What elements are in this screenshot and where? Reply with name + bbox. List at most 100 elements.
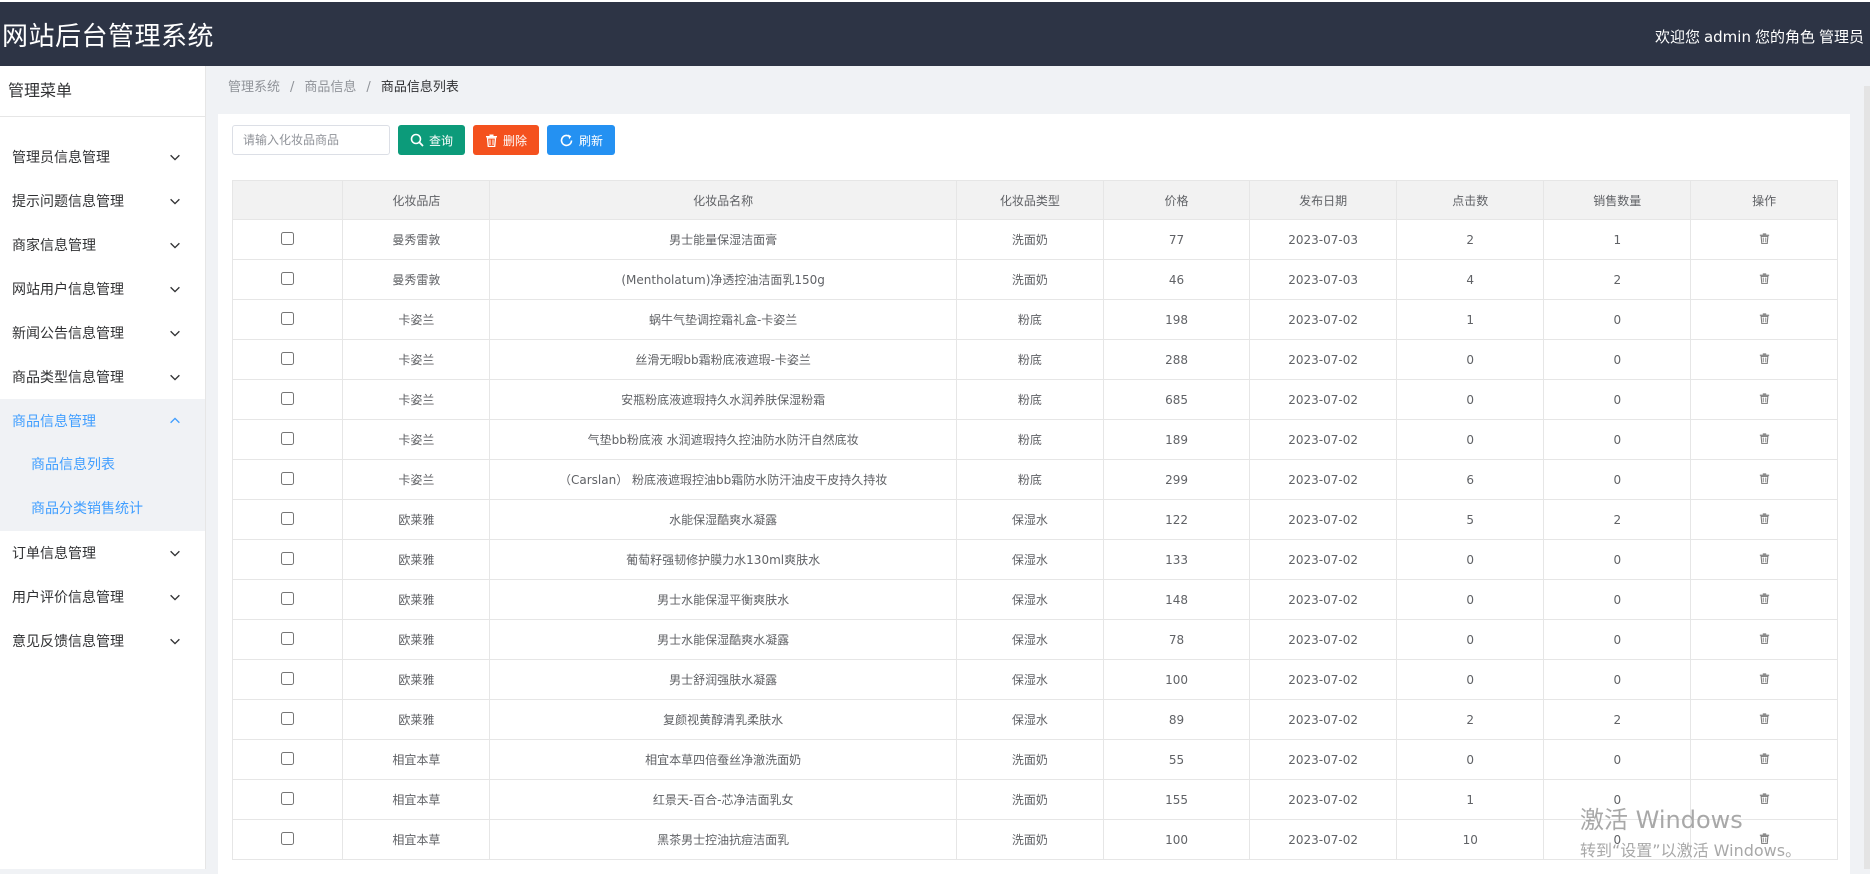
product-name-cell: 男士舒润强肤水凝露	[489, 659, 957, 700]
trash-icon[interactable]	[1759, 272, 1770, 284]
chevron-down-icon	[167, 633, 183, 649]
row-checkbox[interactable]	[281, 551, 295, 565]
product-name-cell: 葡萄籽强韧修护膜力水130ml爽肤水	[489, 539, 957, 580]
row-checkbox[interactable]	[281, 631, 295, 645]
sidebar-item[interactable]: 提示问题信息管理	[0, 179, 205, 223]
type-cell: 粉底	[956, 299, 1104, 340]
sidebar-item[interactable]: 商品类型信息管理	[0, 355, 205, 399]
row-checkbox[interactable]	[281, 431, 295, 445]
trash-icon[interactable]	[1759, 352, 1770, 364]
trash-icon[interactable]	[1759, 432, 1770, 444]
row-checkbox[interactable]	[281, 391, 295, 405]
sidebar-item-label: 意见反馈信息管理	[12, 634, 124, 650]
price-cell: 133	[1103, 539, 1251, 580]
row-checkbox[interactable]	[281, 511, 295, 525]
delete-button[interactable]: 删除	[473, 125, 540, 155]
price-cell: 89	[1103, 699, 1251, 740]
sidebar-item[interactable]: 商品信息管理	[0, 399, 205, 443]
sales-cell: 0	[1543, 419, 1692, 460]
product-name-cell: 男士水能保湿平衡爽肤水	[489, 579, 957, 620]
breadcrumb-separator: /	[290, 80, 295, 95]
product-name-cell: 红景天-百合-芯净洁面乳女	[489, 779, 957, 820]
sales-cell: 0	[1543, 299, 1692, 340]
clicks-cell: 4	[1396, 259, 1545, 300]
type-cell: 保湿水	[956, 659, 1104, 700]
sidebar-item[interactable]: 意见反馈信息管理	[0, 619, 205, 663]
trash-icon[interactable]	[1759, 512, 1770, 524]
date-cell: 2023-07-02	[1249, 339, 1398, 380]
trash-icon[interactable]	[1759, 712, 1770, 724]
trash-icon[interactable]	[1759, 312, 1770, 324]
trash-icon[interactable]	[1759, 552, 1770, 564]
action-cell	[1690, 339, 1837, 380]
checkbox-cell	[233, 459, 344, 500]
sales-cell: 0	[1543, 339, 1692, 380]
sidebar-item-label: 商品信息管理	[12, 414, 96, 430]
shop-cell: 相宜本草	[342, 819, 491, 860]
shop-cell: 卡姿兰	[342, 459, 491, 500]
action-cell	[1690, 659, 1837, 700]
row-checkbox[interactable]	[281, 231, 295, 245]
row-checkbox[interactable]	[281, 591, 295, 605]
product-name-cell: 水能保湿酷爽水凝露	[489, 499, 957, 540]
column-header: 价格	[1103, 181, 1251, 220]
row-checkbox[interactable]	[281, 471, 295, 485]
product-name-cell: 男士水能保湿酷爽水凝露	[489, 619, 957, 660]
type-cell: 洗面奶	[956, 259, 1104, 300]
row-checkbox[interactable]	[281, 311, 295, 325]
row-checkbox[interactable]	[281, 351, 295, 365]
trash-icon[interactable]	[1759, 232, 1770, 244]
query-button[interactable]: 查询	[398, 125, 466, 155]
action-cell	[1690, 619, 1837, 660]
trash-icon[interactable]	[1759, 472, 1770, 484]
clicks-cell: 5	[1396, 499, 1545, 540]
chevron-down-icon	[167, 325, 183, 341]
sidebar-subitem[interactable]: 商品信息列表	[0, 443, 205, 487]
sidebar-item[interactable]: 新闻公告信息管理	[0, 311, 205, 355]
shop-cell: 相宜本草	[342, 739, 491, 780]
sidebar-item[interactable]: 管理员信息管理	[0, 135, 205, 179]
date-cell: 2023-07-02	[1249, 819, 1398, 860]
breadcrumb-item[interactable]: 商品信息	[304, 80, 356, 95]
clicks-cell: 1	[1396, 779, 1545, 820]
sidebar-item[interactable]: 订单信息管理	[0, 531, 205, 575]
row-checkbox[interactable]	[281, 271, 295, 285]
windows-activation-watermark: 激活 Windows 转到“设置”以激活 Windows。	[1580, 800, 1801, 861]
row-checkbox[interactable]	[281, 831, 295, 845]
trash-icon[interactable]	[1759, 632, 1770, 644]
sidebar-menu: 管理员信息管理 提示问题信息管理 商家信息管理 网站用户信息管理 新闻公告信息管理 商品类…	[0, 135, 205, 663]
row-checkbox[interactable]	[281, 751, 295, 765]
product-name-cell: 男士能量保湿洁面膏	[489, 219, 957, 260]
price-cell: 100	[1103, 659, 1251, 700]
sidebar-submenu: 商品信息列表 商品分类销售统计	[0, 443, 205, 531]
chevron-down-icon	[167, 369, 183, 385]
clicks-cell: 2	[1396, 699, 1545, 740]
trash-icon[interactable]	[1759, 392, 1770, 404]
row-checkbox[interactable]	[281, 711, 295, 725]
price-cell: 685	[1103, 379, 1251, 420]
search-input[interactable]	[232, 125, 390, 155]
trash-icon[interactable]	[1759, 752, 1770, 764]
sales-cell: 1	[1543, 219, 1692, 260]
search-icon	[410, 133, 424, 147]
sidebar-item[interactable]: 用户评价信息管理	[0, 575, 205, 619]
scrollbar[interactable]	[1864, 86, 1870, 869]
type-cell: 洗面奶	[956, 219, 1104, 260]
table-body: 曼秀雷敦 男士能量保湿洁面膏 洗面奶 77 2023-07-03 2 1 曼秀雷敦 (Menth…	[233, 219, 1837, 860]
trash-icon[interactable]	[1759, 592, 1770, 604]
sidebar-item[interactable]: 商家信息管理	[0, 223, 205, 267]
date-cell: 2023-07-02	[1249, 739, 1398, 780]
refresh-button[interactable]: 刷新	[547, 125, 616, 155]
table-row: 欧莱雅 男士舒润强肤水凝露 保湿水 100 2023-07-02 0 0	[233, 659, 1837, 700]
breadcrumb-item[interactable]: 管理系统	[228, 80, 280, 95]
checkbox-cell	[233, 419, 344, 460]
row-checkbox[interactable]	[281, 671, 295, 685]
table-row: 曼秀雷敦 男士能量保湿洁面膏 洗面奶 77 2023-07-03 2 1	[233, 219, 1837, 260]
column-header: 点击数	[1396, 181, 1545, 220]
sidebar-subitem[interactable]: 商品分类销售统计	[0, 487, 205, 531]
sidebar-item[interactable]: 网站用户信息管理	[0, 267, 205, 311]
sidebar-item-label: 订单信息管理	[12, 546, 96, 562]
row-checkbox[interactable]	[281, 791, 295, 805]
price-cell: 299	[1103, 459, 1251, 500]
trash-icon[interactable]	[1759, 672, 1770, 684]
